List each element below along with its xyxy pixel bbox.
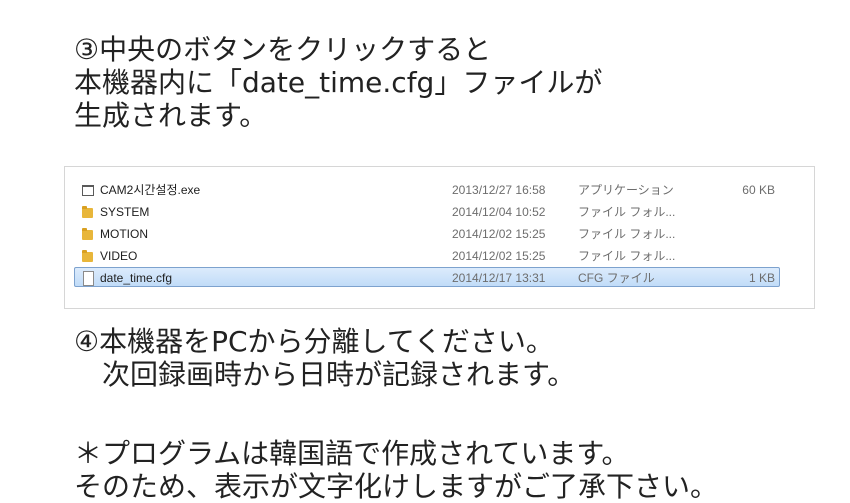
file-name: VIDEO (100, 249, 138, 263)
file-type: アプリケーション (578, 183, 674, 197)
file-date: 2014/12/04 10:52 (452, 205, 546, 219)
file-name: date_time.cfg (100, 271, 173, 285)
file-type: ファイル フォル... (578, 205, 676, 219)
file-date: 2014/12/17 13:31 (452, 271, 546, 285)
step4-line1: ④本機器をPCから分離してください。 (74, 325, 554, 358)
step3-instruction: ③中央のボタンをクリックすると 本機器内に「date_time.cfg」ファイル… (74, 33, 602, 132)
file-date: 2013/12/27 16:58 (452, 183, 546, 197)
note-line1: ＊プログラムは韓国語で作成されています。 (74, 437, 630, 470)
file-icon (81, 271, 95, 286)
note-line2: そのため、表示が文字化けしますがご了承下さい。 (74, 470, 719, 503)
file-row-video[interactable]: VIDEO 2014/12/02 15:25 ファイル フォル... (74, 245, 780, 265)
file-name: SYSTEM (100, 205, 150, 219)
file-name: MOTION (100, 227, 148, 241)
step4-instruction: ④本機器をPCから分離してください。 次回録画時から日時が記録されます。 (74, 325, 575, 391)
step3-line3: 生成されます。 (74, 99, 268, 132)
file-date: 2014/12/02 15:25 (452, 227, 546, 241)
application-icon (81, 183, 95, 197)
folder-icon (81, 205, 95, 219)
file-size: 60 KB (742, 183, 775, 197)
step3-line1: ③中央のボタンをクリックすると (74, 33, 492, 66)
file-type: ファイル フォル... (578, 249, 676, 263)
file-date: 2014/12/02 15:25 (452, 249, 546, 263)
step3-line2: 本機器内に「date_time.cfg」ファイルが (74, 66, 603, 99)
language-note: ＊プログラムは韓国語で作成されています。 そのため、表示が文字化けしますがご了承… (74, 437, 718, 503)
folder-icon (81, 227, 95, 241)
folder-icon (81, 249, 95, 263)
file-row-motion[interactable]: MOTION 2014/12/02 15:25 ファイル フォル... (74, 223, 780, 243)
file-name: CAM2시간설정.exe (100, 183, 201, 197)
file-row-system[interactable]: SYSTEM 2014/12/04 10:52 ファイル フォル... (74, 201, 780, 221)
file-type: CFG ファイル (578, 271, 655, 285)
file-type: ファイル フォル... (578, 227, 676, 241)
file-size: 1 KB (748, 271, 775, 285)
file-row-date-time-cfg[interactable]: date_time.cfg 2014/12/17 13:31 CFG ファイル … (74, 267, 780, 287)
file-list: CAM2시간설정.exe 2013/12/27 16:58 アプリケーション 6… (64, 166, 815, 309)
step4-line2: 次回録画時から日時が記録されます。 (102, 358, 576, 391)
file-row-exe[interactable]: CAM2시간설정.exe 2013/12/27 16:58 アプリケーション 6… (74, 179, 780, 199)
